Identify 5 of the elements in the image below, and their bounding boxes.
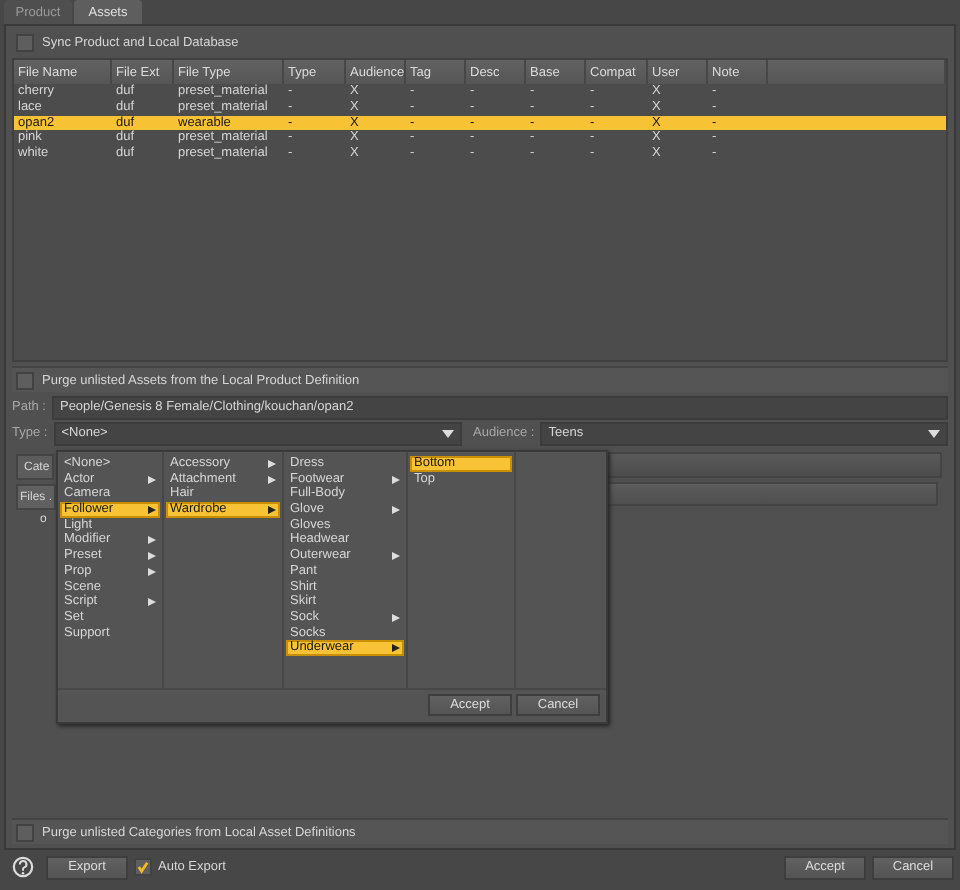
checkbox[interactable] <box>16 823 34 841</box>
checkbox[interactable] <box>16 33 34 51</box>
checkbox[interactable] <box>134 858 152 876</box>
help-icon[interactable] <box>12 856 34 878</box>
checkbox[interactable] <box>16 371 34 389</box>
